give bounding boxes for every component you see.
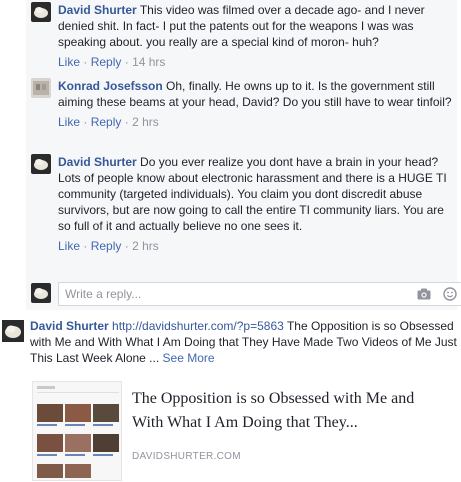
reply-link[interactable]: Reply bbox=[91, 239, 122, 253]
like-link[interactable]: Like bbox=[58, 239, 80, 253]
separator: · bbox=[124, 115, 129, 129]
separator: · bbox=[83, 55, 88, 69]
comment-author[interactable]: David Shurter bbox=[58, 155, 137, 169]
comment-author[interactable]: Konrad Josefsson bbox=[58, 79, 163, 93]
see-more-link[interactable]: See More bbox=[163, 351, 215, 365]
timestamp[interactable]: 14 hrs bbox=[132, 55, 165, 69]
comment: Konrad Josefsson Oh, finally. He owns up… bbox=[31, 78, 458, 130]
comment-actions: Like · Reply · 2 hrs bbox=[58, 238, 458, 254]
separator: · bbox=[124, 239, 129, 253]
emoji-icon[interactable] bbox=[443, 287, 457, 304]
comment-text: Konrad Josefsson Oh, finally. He owns up… bbox=[58, 78, 458, 110]
timestamp[interactable]: 2 hrs bbox=[132, 115, 159, 129]
comment-author[interactable]: David Shurter bbox=[58, 3, 137, 17]
comment-text: David Shurter Do you ever realize you do… bbox=[58, 154, 458, 234]
avatar[interactable] bbox=[31, 78, 51, 98]
separator: · bbox=[124, 55, 129, 69]
comment-author[interactable]: David Shurter bbox=[30, 319, 109, 333]
comment-actions: Like · Reply · 14 hrs bbox=[58, 54, 458, 70]
link-title[interactable]: The Opposition is so Obsessed with Me an… bbox=[132, 387, 432, 435]
link-domain: DAVIDSHURTER.COM bbox=[132, 451, 241, 462]
reply-placeholder: Write a reply... bbox=[65, 287, 142, 301]
post-url-link[interactable]: http://davidshurter.com/?p=5863 bbox=[112, 319, 284, 333]
comment-actions: Like · Reply · 2 hrs bbox=[58, 114, 458, 130]
comment-thread: David Shurter This video was filmed over… bbox=[26, 0, 461, 310]
reply-composer: Write a reply... bbox=[31, 280, 461, 306]
separator: · bbox=[83, 115, 88, 129]
comment: David Shurter Do you ever realize you do… bbox=[31, 154, 458, 254]
timestamp[interactable]: 2 hrs bbox=[132, 239, 159, 253]
avatar[interactable] bbox=[2, 320, 24, 342]
reply-input[interactable]: Write a reply... bbox=[58, 282, 461, 306]
comment-text: David Shurter http://davidshurter.com/?p… bbox=[30, 318, 460, 366]
avatar bbox=[31, 283, 51, 303]
link-preview-card[interactable]: The Opposition is so Obsessed with Me an… bbox=[32, 381, 432, 481]
reply-link[interactable]: Reply bbox=[91, 115, 122, 129]
reply-link[interactable]: Reply bbox=[91, 55, 122, 69]
camera-icon[interactable] bbox=[417, 288, 431, 303]
avatar[interactable] bbox=[31, 154, 51, 174]
like-link[interactable]: Like bbox=[58, 55, 80, 69]
link-thumbnail[interactable] bbox=[32, 381, 122, 481]
comment: David Shurter This video was filmed over… bbox=[31, 2, 458, 70]
avatar[interactable] bbox=[31, 2, 51, 22]
comment-text: David Shurter This video was filmed over… bbox=[58, 2, 458, 50]
separator: · bbox=[83, 239, 88, 253]
like-link[interactable]: Like bbox=[58, 115, 80, 129]
